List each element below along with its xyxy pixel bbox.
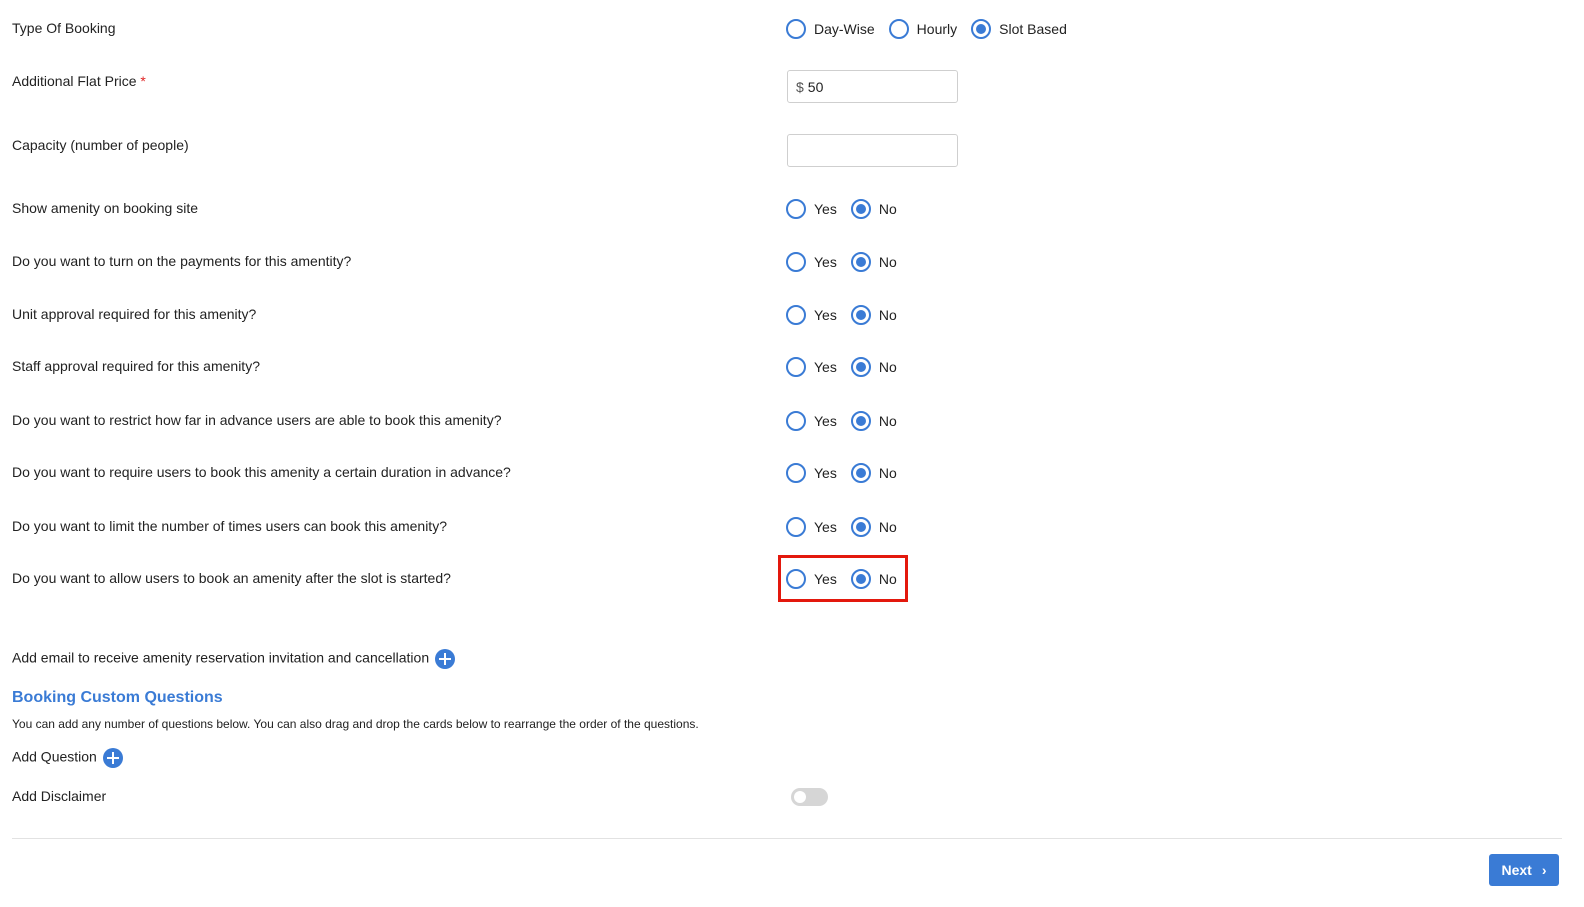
highlight-box — [778, 555, 908, 602]
radio-circle — [850, 252, 871, 272]
yes-no-radio-group: Yes No — [786, 199, 911, 219]
radio-day-wise[interactable]: Day-Wise — [786, 19, 875, 39]
radio-label: No — [878, 307, 897, 323]
add-email-label: Add email to receive amenity reservation… — [12, 649, 456, 669]
radio-no[interactable]: No — [850, 199, 897, 219]
radio-label: Yes — [814, 359, 837, 375]
radio-circle — [850, 463, 871, 483]
next-button[interactable]: Next › — [1489, 854, 1559, 886]
capacity-input[interactable] — [796, 142, 936, 159]
flat-price-field: $ — [787, 70, 958, 103]
radio-circle — [971, 19, 992, 39]
custom-questions-title: Booking Custom Questions — [12, 689, 223, 706]
radio-yes[interactable]: Yes — [786, 305, 837, 325]
radio-label: No — [878, 413, 897, 429]
radio-yes[interactable]: Yes — [786, 199, 837, 219]
radio-label: Yes — [814, 519, 837, 535]
radio-no[interactable]: No — [850, 305, 897, 325]
yes-no-radio-group: Yes No — [786, 517, 911, 537]
radio-circle — [850, 305, 871, 325]
radio-circle — [786, 19, 806, 39]
radio-yes[interactable]: Yes — [786, 357, 837, 377]
question-label: Staff approval required for this amenity… — [12, 358, 260, 374]
chevron-right-icon: › — [1541, 862, 1547, 878]
question-label: Do you want to restrict how far in advan… — [12, 412, 502, 428]
radio-circle — [850, 517, 871, 537]
radio-circle — [786, 199, 806, 219]
question-label: Do you want to limit the number of times… — [12, 518, 447, 534]
radio-yes[interactable]: Yes — [786, 252, 837, 272]
add-question-plus-icon[interactable] — [102, 748, 123, 768]
radio-label: Day-Wise — [814, 21, 875, 37]
currency-prefix: $ — [796, 78, 804, 95]
radio-label: Yes — [814, 254, 837, 270]
radio-no[interactable]: No — [850, 411, 897, 431]
question-label: Do you want to turn on the payments for … — [12, 253, 352, 269]
radio-label: Yes — [814, 307, 837, 323]
radio-circle — [786, 252, 806, 272]
radio-no[interactable]: No — [850, 357, 897, 377]
radio-slot-based[interactable]: Slot Based — [971, 19, 1067, 39]
radio-label: Yes — [814, 201, 837, 217]
capacity-label: Capacity (number of people) — [12, 137, 189, 153]
add-email-text: Add email to receive amenity reservation… — [12, 649, 430, 666]
radio-no[interactable]: No — [850, 463, 897, 483]
radio-circle — [786, 305, 806, 325]
radio-circle — [850, 411, 871, 431]
radio-circle — [786, 463, 806, 483]
flat-price-input[interactable] — [807, 78, 948, 95]
radio-circle — [786, 411, 806, 431]
radio-hourly[interactable]: Hourly — [888, 19, 958, 39]
booking-type-radio-group: Day-Wise Hourly Slot Based — [786, 19, 1081, 39]
radio-label: Yes — [814, 413, 837, 429]
radio-label: Slot Based — [999, 21, 1067, 37]
yes-no-radio-group: Yes No — [786, 357, 911, 377]
booking-type-label: Type Of Booking — [12, 20, 116, 36]
next-button-label: Next — [1501, 862, 1532, 878]
radio-no[interactable]: No — [850, 517, 897, 537]
radio-label: No — [878, 359, 897, 375]
radio-yes[interactable]: Yes — [786, 463, 837, 483]
flat-price-label-text: Additional Flat Price — [12, 73, 137, 89]
yes-no-radio-group: Yes No — [786, 411, 911, 431]
radio-label: No — [878, 201, 897, 217]
radio-circle — [850, 199, 871, 219]
radio-circle — [850, 357, 871, 377]
radio-no[interactable]: No — [850, 252, 897, 272]
radio-yes[interactable]: Yes — [786, 411, 837, 431]
yes-no-radio-group: Yes No — [786, 305, 911, 325]
radio-label: No — [878, 254, 897, 270]
radio-circle — [786, 517, 806, 537]
question-label: Unit approval required for this amenity? — [12, 306, 257, 322]
yes-no-radio-group: Yes No — [786, 252, 911, 272]
radio-circle — [786, 357, 806, 377]
add-question-label: Add Question — [12, 748, 123, 768]
add-email-plus-icon[interactable] — [435, 649, 456, 669]
add-question-text: Add Question — [12, 748, 97, 765]
radio-circle — [888, 19, 909, 39]
capacity-field — [787, 134, 958, 167]
radio-label: No — [878, 465, 897, 481]
question-label: Do you want to require users to book thi… — [12, 464, 511, 480]
yes-no-radio-group: Yes No — [786, 463, 911, 483]
disclaimer-label: Add Disclaimer — [12, 788, 107, 804]
radio-yes[interactable]: Yes — [786, 517, 837, 537]
required-marker: * — [140, 73, 146, 89]
custom-questions-description: You can add any number of questions belo… — [12, 717, 699, 731]
divider — [12, 838, 1562, 839]
question-label: Show amenity on booking site — [12, 200, 198, 216]
radio-label: Hourly — [916, 21, 958, 37]
toggle-knob — [794, 791, 806, 803]
question-label: Do you want to allow users to book an am… — [12, 570, 451, 586]
flat-price-label: Additional Flat Price * — [12, 73, 146, 89]
disclaimer-toggle[interactable] — [791, 788, 828, 806]
radio-label: Yes — [814, 465, 837, 481]
radio-label: No — [878, 519, 897, 535]
